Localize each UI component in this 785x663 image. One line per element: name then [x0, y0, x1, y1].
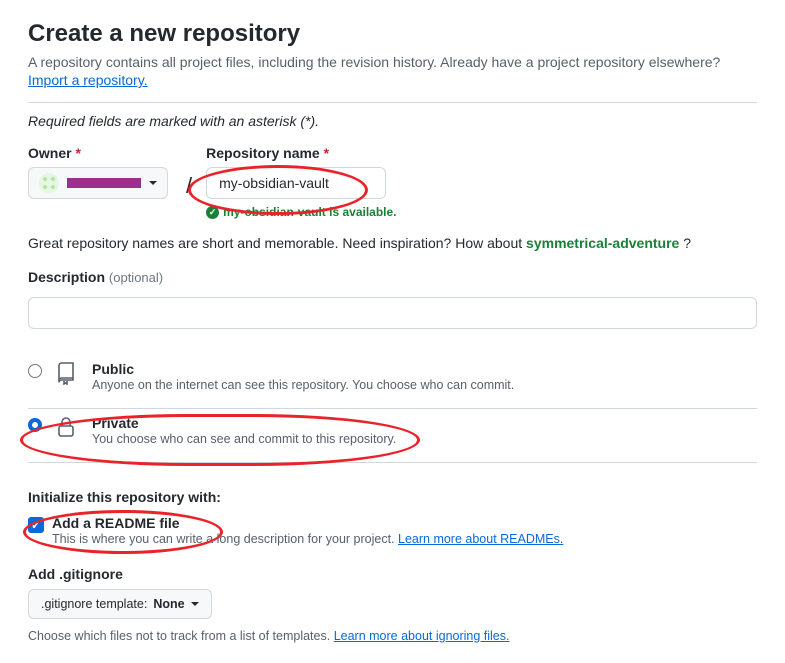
gitignore-dropdown[interactable]: .gitignore template: None	[28, 589, 212, 619]
page-title: Create a new repository	[28, 20, 757, 48]
public-desc: Anyone on the internet can see this repo…	[92, 378, 514, 392]
init-heading: Initialize this repository with:	[28, 489, 757, 505]
visibility-private-row[interactable]: Private You choose who can see and commi…	[28, 409, 757, 456]
divider	[28, 102, 757, 103]
availability-message: my-obsidian-vault is available.	[206, 205, 396, 219]
private-desc: You choose who can see and commit to thi…	[92, 432, 396, 446]
visibility-public-row[interactable]: Public Anyone on the internet can see th…	[28, 355, 757, 402]
required-fields-note: Required fields are marked with an aster…	[28, 113, 757, 129]
owner-name-redacted	[67, 178, 141, 188]
gitignore-learn-link[interactable]: Learn more about ignoring files.	[334, 629, 510, 643]
private-title: Private	[92, 415, 396, 431]
asterisk: *	[324, 145, 329, 161]
readme-checkbox-row[interactable]: Add a README file This is where you can …	[28, 515, 757, 546]
caret-down-icon	[149, 181, 157, 185]
inspiration-text: Great repository names are short and mem…	[28, 235, 757, 251]
readme-learn-link[interactable]: Learn more about READMEs.	[398, 532, 563, 546]
radio-public[interactable]	[28, 364, 42, 378]
slash-separator: /	[186, 173, 192, 199]
readme-label: Add a README file	[52, 515, 563, 531]
owner-label: Owner *	[28, 145, 168, 161]
radio-private[interactable]	[28, 418, 42, 432]
check-circle-icon	[206, 206, 219, 219]
caret-down-icon	[191, 602, 199, 606]
import-repo-link[interactable]: Import a repository.	[28, 72, 148, 88]
public-title: Public	[92, 361, 514, 377]
description-label: Description (optional)	[28, 269, 757, 285]
name-suggestion-link[interactable]: symmetrical-adventure	[526, 235, 679, 251]
owner-dropdown[interactable]	[28, 167, 168, 199]
page-subtitle: A repository contains all project files,…	[28, 54, 757, 70]
avatar	[39, 173, 59, 193]
repo-name-input[interactable]	[206, 167, 386, 199]
readme-desc: This is where you can write a long descr…	[52, 532, 563, 546]
repo-name-label: Repository name *	[206, 145, 396, 161]
lock-icon	[54, 415, 80, 442]
asterisk: *	[75, 145, 80, 161]
readme-checkbox[interactable]	[28, 517, 44, 533]
gitignore-desc: Choose which files not to track from a l…	[28, 629, 757, 643]
description-input[interactable]	[28, 297, 757, 329]
divider	[28, 462, 757, 463]
gitignore-label: Add .gitignore	[28, 566, 757, 582]
repo-icon	[54, 361, 80, 388]
optional-hint: (optional)	[109, 270, 163, 285]
